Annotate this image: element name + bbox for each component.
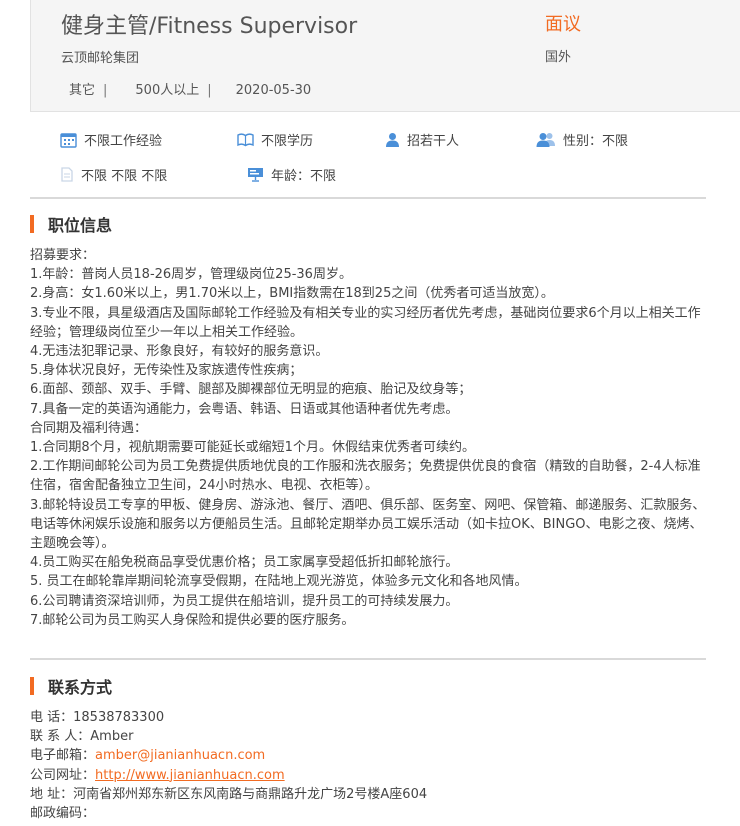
description-line: 6.面部、颈部、双手、手臂、腿部及脚裸部位无明显的疤痕、胎记及纹身等； — [30, 382, 472, 398]
description-line: 1.年龄：普岗人员18-26周岁，管理级岗位25-36周岁。 — [30, 267, 352, 283]
address-value: 河南省郑州郑东新区东风南路与商鼎路升龙广场2号楼A座604 — [73, 786, 428, 802]
job-category: 其它 — [69, 83, 96, 98]
contact-heading: 联系方式 — [30, 674, 112, 698]
job-info-heading: 职位信息 — [30, 212, 112, 236]
job-header: 健身主管/Fitness Supervisor 云顶邮轮集团 其它 | 500人以上… — [30, 0, 740, 112]
company-size: 500人以上 — [135, 83, 200, 98]
tag-gender: 性别：不限 — [536, 130, 628, 149]
job-location: 国外 — [545, 50, 572, 65]
description-line: 招募要求： — [30, 248, 96, 263]
divider — [30, 197, 706, 199]
job-requirements-tags: 不限工作经验 不限学历 招若干人 性别：不限 不限 不限 不限 年龄：不限 — [30, 112, 740, 198]
description-line: 5. 员工在邮轮靠岸期间轮流享受假期，在陆地上观光游览，体验多元文化和各地风情。 — [30, 574, 528, 590]
contact-postcode-row: 邮政编码： — [30, 804, 710, 823]
section-title: 职位信息 — [48, 216, 113, 235]
tag-gender-label: 性别：不限 — [563, 134, 629, 149]
website-link[interactable]: http://www.jianianhuacn.com — [95, 768, 285, 783]
tag-experience-label: 不限工作经验 — [84, 134, 163, 149]
description-line: 2.身高：女1.60米以上，男1.70米以上，BMI指数需在18到25之间（优秀… — [30, 286, 554, 302]
tag-age-label: 年龄：不限 — [271, 169, 337, 184]
tag-headcount: 招若干人 — [385, 130, 459, 149]
website-label: 公司网址： — [30, 767, 96, 783]
description-line: 7.具备一定的英语沟通能力，会粤语、韩语、日语或其他语种者优先考虑。 — [30, 401, 459, 417]
divider — [30, 658, 706, 660]
tag-other-label: 不限 不限 不限 — [81, 169, 168, 184]
section-accent-bar — [30, 215, 34, 233]
contact-info: 电 话：18538783300 联 系 人：Amber 电子邮箱：amber@j… — [30, 708, 710, 823]
postcode-label: 邮政编码： — [30, 806, 96, 822]
tag-education: 不限学历 — [237, 130, 313, 149]
description-line: 合同期及福利待遇： — [30, 420, 148, 436]
person-value: Amber — [90, 729, 134, 745]
description-line: 2.工作期间邮轮公司为员工免费提供质地优良的工作服和洗衣服务；免费提供优良的食宿… — [30, 459, 701, 494]
description-line: 1.合同期8个月，视航期需要可能延长或缩短1个月。休假结束优秀者可续约。 — [30, 440, 475, 456]
book-icon — [237, 132, 254, 146]
description-line: 3.邮轮特设员工专享的甲板、健身房、游泳池、餐厅、酒吧、俱乐部、医务室、网吧、保… — [30, 497, 706, 552]
person-icon — [386, 133, 399, 147]
description-line: 3.专业不限，具星级酒店及国际邮轮工作经验及有相关专业的实习经历者优先考虑，基础… — [30, 305, 701, 340]
tag-other: 不限 不限 不限 — [60, 165, 167, 184]
document-icon — [61, 167, 73, 182]
section-title: 联系方式 — [48, 678, 113, 697]
contact-website-row: 公司网址：http://www.jianianhuacn.com — [30, 766, 710, 785]
presentation-icon — [248, 168, 263, 182]
phone-value: 18538783300 — [73, 710, 165, 725]
tag-education-label: 不限学历 — [261, 134, 314, 149]
description-line: 7.邮轮公司为员工购买人身保险和提供必要的医疗服务。 — [30, 612, 355, 628]
post-date: 2020-05-30 — [235, 83, 312, 98]
users-icon — [536, 133, 555, 147]
description-line: 4.无违法犯罪记录、形象良好，有较好的服务意识。 — [30, 344, 329, 360]
section-accent-bar — [30, 677, 34, 695]
person-label: 联 系 人： — [30, 729, 91, 745]
contact-address-row: 地 址：河南省郑州郑东新区东风南路与商鼎路升龙广场2号楼A座604 — [30, 785, 710, 804]
address-label: 地 址： — [30, 786, 74, 802]
salary: 面议 — [545, 14, 581, 35]
tag-age: 年龄：不限 — [247, 165, 336, 184]
description-line: 5.身体状况良好，无传染性及家族遗传性疾病； — [30, 363, 303, 379]
phone-label: 电 话： — [30, 710, 74, 725]
calendar-icon — [60, 132, 77, 148]
meta-separator: | — [103, 83, 108, 98]
description-line: 4.员工购买在船免税商品享受优惠价格；员工家属享受超低折扣邮轮旅行。 — [30, 555, 459, 571]
email-value[interactable]: amber@jianianhuacn.com — [95, 748, 265, 763]
contact-email-row: 电子邮箱：amber@jianianhuacn.com — [30, 746, 710, 765]
company-name[interactable]: 云顶邮轮集团 — [61, 47, 139, 66]
meta-separator: | — [207, 83, 212, 98]
job-description: 招募要求： 1.年龄：普岗人员18-26周岁，管理级岗位25-36周岁。 2.身高：… — [30, 246, 710, 630]
job-title: 健身主管/Fitness Supervisor — [61, 14, 358, 39]
tag-experience: 不限工作经验 — [60, 130, 162, 149]
job-meta: 其它 | 500人以上 | 2020-05-30 — [69, 79, 311, 98]
email-label: 电子邮箱： — [30, 748, 96, 764]
description-line: 6.公司聘请资深培训师，为员工提供在船培训，提升员工的可持续发展力。 — [30, 593, 459, 609]
tag-headcount-label: 招若干人 — [407, 134, 460, 149]
contact-phone-row: 电 话：18538783300 — [30, 708, 710, 727]
contact-person-row: 联 系 人：Amber — [30, 727, 710, 746]
